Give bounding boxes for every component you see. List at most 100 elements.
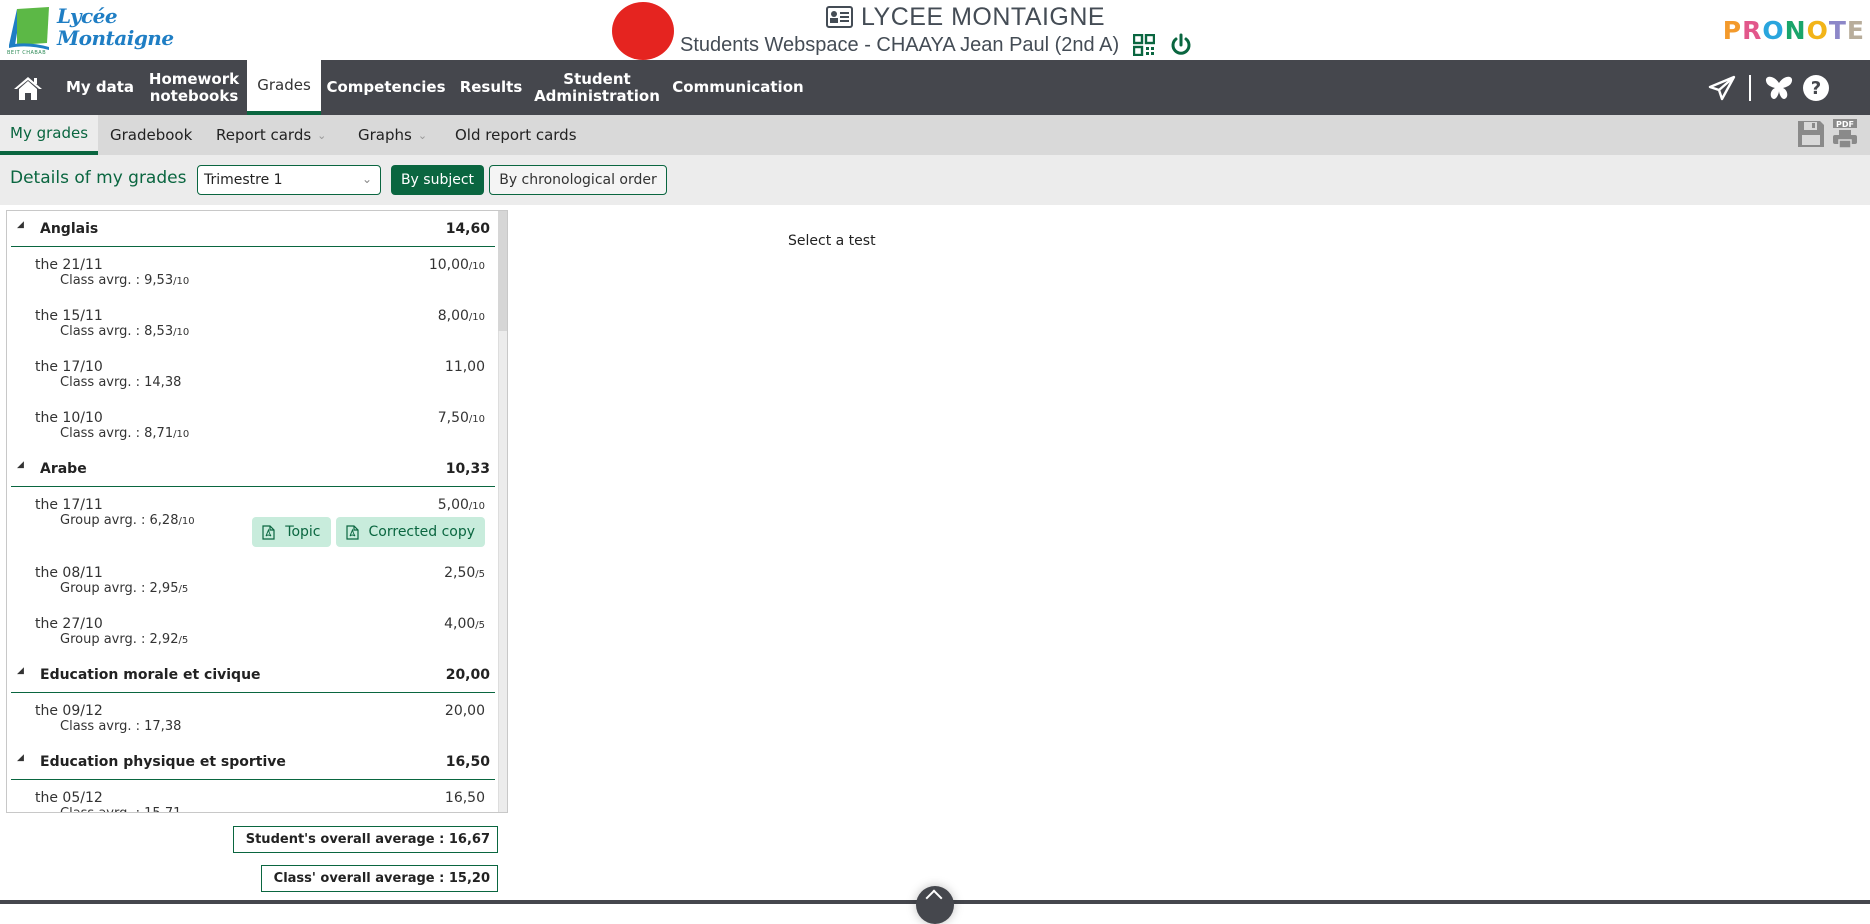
collapse-triangle-icon[interactable]: ◢ <box>17 460 24 470</box>
section-title: Details of my grades <box>10 168 187 188</box>
subject-name: Arabe <box>40 461 87 477</box>
average-out-of: /10 <box>173 327 190 338</box>
grade-mark: 2,50/5 <box>444 565 485 581</box>
group-average: Class avrg. : 14,38 <box>60 375 181 390</box>
subtab-label: Gradebook <box>110 126 193 144</box>
subtab-gradebook[interactable]: Gradebook <box>100 115 202 155</box>
subject-header[interactable]: ◢ Education morale et civique 20,00 <box>11 657 495 693</box>
grade-row[interactable]: the 21/11 Class avrg. : 9,53/10 10,00/10 <box>7 247 499 298</box>
period-select[interactable]: Trimestre 1 ⌄ <box>197 165 381 195</box>
mark-value: 11,00 <box>444 359 485 375</box>
collapse-triangle-icon[interactable]: ◢ <box>17 753 24 763</box>
collapse-triangle-icon[interactable]: ◢ <box>17 666 24 676</box>
mark-out-of: /10 <box>468 501 485 512</box>
grade-row[interactable]: the 17/10 Class avrg. : 14,38 11,00 <box>7 349 499 400</box>
help-icon[interactable]: ? <box>1802 74 1830 102</box>
average-label: Group avrg. : <box>60 581 150 596</box>
nav-grades[interactable]: Grades <box>247 60 321 115</box>
grade-row[interactable]: the 10/10 Class avrg. : 8,71/10 7,50/10 <box>7 400 499 451</box>
grade-mark: 10,00/10 <box>429 257 485 273</box>
average-label: Class avrg. : <box>60 324 145 339</box>
svg-text:PDF: PDF <box>1836 120 1854 129</box>
nav-communication[interactable]: Communication <box>666 60 810 115</box>
save-icon[interactable] <box>1796 119 1826 149</box>
qr-code-icon[interactable] <box>1133 34 1156 56</box>
grade-date: the 09/12 <box>35 703 103 719</box>
scroll-up-button[interactable] <box>916 886 954 924</box>
group-average: Group avrg. : 2,92/5 <box>60 632 188 647</box>
nav-competencies[interactable]: Competencies <box>323 60 449 115</box>
mark-out-of: /10 <box>468 261 485 272</box>
group-average: Class avrg. : 8,71/10 <box>60 426 189 441</box>
average-out-of: /10 <box>173 276 190 287</box>
document-label: Topic <box>285 524 321 540</box>
nav-my-data[interactable]: My data <box>58 60 142 115</box>
mark-value: 4,00 <box>444 616 476 632</box>
grade-date: the 17/11 <box>35 497 103 513</box>
school-title: LYCEE MONTAIGNE <box>826 2 1105 32</box>
grade-row[interactable]: the 09/12 Class avrg. : 17,38 20,00 <box>7 693 499 744</box>
logo-line-2: Montaigne <box>57 26 174 50</box>
grade-row[interactable]: the 05/12Class avrg. : 15,71 16,50 <box>7 780 499 812</box>
grade-row[interactable]: the 27/10 Group avrg. : 2,92/5 4,00/5 <box>7 606 499 657</box>
average-label: Class avrg. : <box>60 806 144 812</box>
collapse-triangle-icon[interactable]: ◢ <box>17 220 24 230</box>
nav-separator <box>1749 74 1751 101</box>
average-out-of: /10 <box>173 429 190 440</box>
nav-homework-notebooks[interactable]: Homework notebooks <box>144 60 244 115</box>
brand-letter: E <box>1846 16 1865 45</box>
average-label: Group avrg. : <box>60 513 150 528</box>
grade-mark: 8,00/10 <box>438 308 485 324</box>
grade-mark: 4,00/5 <box>444 616 485 632</box>
logout-power-icon[interactable] <box>1169 33 1193 57</box>
nav-results[interactable]: Results <box>453 60 529 115</box>
grades-list: ◢ Anglais 14,60 the 21/11 Class avrg. : 9,53… <box>7 211 499 812</box>
student-overall-average: Student's overall average : 16,67 <box>232 826 498 853</box>
by-chronological-order-button[interactable]: By chronological order <box>489 165 667 195</box>
toolbar-icons: PDF <box>1796 119 1860 149</box>
header: Lycée Montaigne BEIT CHABAB LYCEE MONTAI… <box>0 0 1870 60</box>
average-value: 8,71 <box>144 426 174 441</box>
grade-mark: 11,00 <box>445 359 485 375</box>
subtab-graphs[interactable]: Graphs ⌄ <box>348 115 437 155</box>
subject-average: 16,50 <box>445 754 490 770</box>
nav-label: Competencies <box>326 78 446 96</box>
topic-document-button[interactable]: Topic <box>252 517 331 547</box>
pdf-print-icon[interactable]: PDF <box>1830 119 1860 149</box>
subject-header[interactable]: ◢ Education physique et sportive 16,50 <box>11 744 495 780</box>
subject-header[interactable]: ◢ Arabe 10,33 <box>11 451 495 487</box>
grade-row[interactable]: the 15/11 Class avrg. : 8,53/10 8,00/10 <box>7 298 499 349</box>
nav-label: Communication <box>672 78 804 96</box>
subject-header[interactable]: ◢ Anglais 14,60 <box>11 211 495 247</box>
group-average: Class avrg. : 15,71 <box>60 806 181 812</box>
pdf-file-icon <box>262 524 275 540</box>
mark-value: 5,00 <box>437 497 469 513</box>
scrollbar-thumb[interactable] <box>498 211 507 331</box>
grade-date: the 27/10 <box>35 616 103 632</box>
nav-student-administration[interactable]: Student Administration <box>532 60 662 115</box>
corrected-copy-button[interactable]: Corrected copy <box>335 517 485 547</box>
group-average: Class avrg. : 17,38 <box>60 719 181 734</box>
grade-row[interactable]: the 17/11 Group avrg. : 6,28/10 5,00/10 Top… <box>7 487 499 555</box>
scrollbar-track[interactable] <box>498 211 507 812</box>
grade-mark: 5,00/10 <box>438 497 485 513</box>
butterfly-icon[interactable] <box>1764 75 1794 101</box>
send-icon[interactable] <box>1708 75 1736 101</box>
mark-value: 10,00 <box>428 257 469 273</box>
subtab-old-report-cards[interactable]: Old report cards <box>445 115 587 155</box>
nav-home-button[interactable] <box>0 60 56 115</box>
grade-date: the 17/10 <box>35 359 103 375</box>
subtab-report-cards[interactable]: Report cards ⌄ <box>206 115 336 155</box>
grade-row[interactable]: the 08/11 Group avrg. : 2,95/5 2,50/5 <box>7 555 499 606</box>
id-card-icon <box>826 6 853 28</box>
by-subject-button[interactable]: By subject <box>391 165 484 195</box>
average-label: Group avrg. : <box>60 632 150 647</box>
period-select-value: Trimestre 1 <box>204 172 283 188</box>
subject-average: 10,33 <box>445 461 490 477</box>
average-value: 2,95 <box>149 581 179 596</box>
main-nav: My data Homework notebooks Grades Compet… <box>0 60 1870 115</box>
home-icon <box>14 76 42 100</box>
subtab-my-grades[interactable]: My grades <box>0 115 99 155</box>
average-out-of: /10 <box>178 516 195 527</box>
subject-name: Education morale et civique <box>40 667 261 683</box>
